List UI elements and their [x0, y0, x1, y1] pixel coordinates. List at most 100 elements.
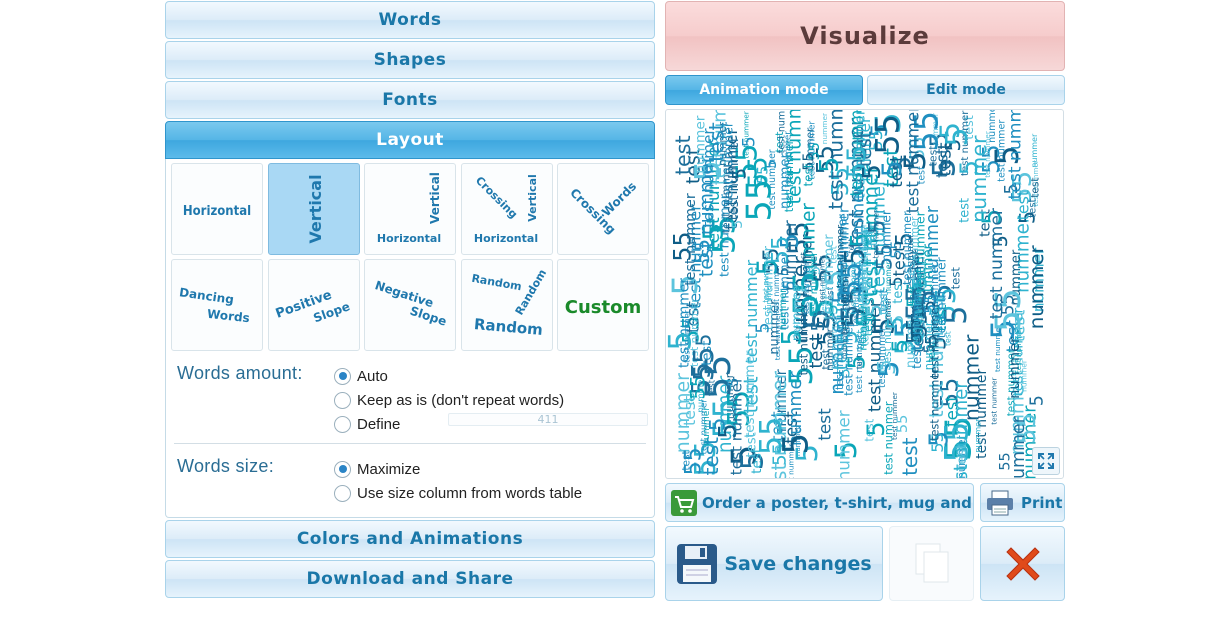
words-amount-keep[interactable]: Keep as is (don't repeat words): [334, 390, 564, 410]
layout-vertical-horizontal-preview: Vertical Horizontal: [377, 172, 442, 245]
words-size-maximize-radio[interactable]: [334, 460, 351, 478]
words-amount-auto-label: Auto: [357, 367, 388, 385]
accordion-download-share[interactable]: Download and Share: [165, 560, 655, 598]
word-cloud-svg: test nummernummer 55test nummer 55nummer te…: [666, 110, 1048, 479]
accordion-shapes[interactable]: Shapes: [165, 41, 655, 79]
accordion-colors-animations[interactable]: Colors and Animations: [165, 520, 655, 558]
cloud-word: 5: [862, 421, 890, 436]
words-amount-define-label: Define: [357, 415, 401, 433]
layout-dancing-preview: Dancing Words: [178, 285, 250, 325]
layout-positive-preview: Positive Slope: [273, 288, 351, 326]
layout-negative-label: Negative: [373, 278, 435, 310]
cloud-word: 55: [834, 262, 867, 298]
layout-positive-slope[interactable]: Positive Slope: [267, 259, 360, 351]
layout-cvh-crossing-label: Crossing: [472, 174, 519, 221]
cloud-word: test nummer: [902, 110, 922, 213]
layout-random[interactable]: Random Random Random: [460, 259, 553, 351]
words-amount-define-input[interactable]: 411: [448, 413, 648, 426]
words-size-maximize[interactable]: Maximize: [334, 459, 420, 479]
cloud-word: 5: [1027, 395, 1047, 406]
layout-vh-vertical-label: Vertical: [428, 172, 442, 224]
cloud-word: nummer: [880, 209, 894, 262]
cloud-word: test nummer: [987, 207, 1007, 319]
layout-dancing-words[interactable]: Dancing Words: [171, 259, 263, 351]
accordion-layout[interactable]: Layout: [165, 121, 655, 159]
delete-button[interactable]: [980, 526, 1065, 601]
words-size-label: Words size:: [177, 456, 274, 476]
tab-animation-mode[interactable]: Animation mode: [665, 75, 863, 105]
cloud-word: test nummer: [912, 210, 927, 292]
layout-cw-preview: Crossing Words: [567, 179, 639, 237]
accordion-fonts[interactable]: Fonts: [165, 81, 655, 119]
cloud-word: test: [933, 148, 951, 178]
cloud-word: 55: [691, 239, 714, 264]
settings-column: Words Shapes Fonts Layout Horizontal Ver…: [165, 1, 655, 600]
cloud-word: 55: [689, 347, 720, 382]
words-amount-define-radio[interactable]: [334, 415, 351, 433]
accordion-words[interactable]: Words: [165, 1, 655, 39]
cloud-word: test: [801, 163, 815, 186]
layout-negative-slope[interactable]: Negative Slope: [364, 259, 456, 351]
save-changes-label: Save changes: [724, 552, 872, 575]
layout-crossing-vertical-horizontal[interactable]: Crossing Vertical Horizontal: [460, 163, 553, 255]
close-icon: [1005, 546, 1040, 581]
word-cloud-canvas[interactable]: test nummer nummer 55 test nummer 55 nummer te…: [665, 109, 1064, 479]
save-row: Save changes: [665, 526, 1065, 601]
words-amount-keep-radio[interactable]: [334, 391, 351, 409]
cloud-word: nummer: [693, 115, 709, 173]
cloud-word: 5: [888, 339, 913, 353]
words-amount-keep-label: Keep as is (don't repeat words): [357, 391, 565, 409]
copy-icon: [915, 543, 948, 582]
words-amount-label: Words amount:: [177, 363, 303, 383]
print-button[interactable]: Print: [980, 483, 1065, 522]
cloud-word: 5: [857, 164, 886, 180]
layout-grid: Horizontal Vertical Vertical Horizontal …: [171, 163, 649, 351]
preview-column: Visualize Animation mode Edit mode test …: [665, 1, 1065, 601]
layout-custom-preview: Custom: [565, 297, 641, 318]
layout-crossing-words[interactable]: Crossing Words: [557, 163, 649, 255]
layout-vertical-preview: Vertical: [306, 174, 325, 243]
copy-button[interactable]: [889, 526, 974, 601]
cloud-word: 5: [754, 322, 774, 333]
words-amount-auto-radio[interactable]: [334, 367, 351, 385]
cloud-word: nummer: [1006, 337, 1023, 399]
cloud-word: test nummer: [990, 377, 999, 424]
layout-vertical-horizontal[interactable]: Vertical Horizontal: [364, 163, 456, 255]
layout-negative-preview: Negative Slope: [373, 278, 448, 329]
layout-horizontal-preview: Horizontal: [183, 204, 251, 219]
words-size-column[interactable]: Use size column from words table: [334, 483, 582, 503]
cloud-word: test nummer: [1006, 110, 1026, 199]
save-changes-button[interactable]: Save changes: [665, 526, 883, 601]
cloud-word: test nummer: [833, 410, 853, 479]
order-button-label: Order a poster, t-shirt, mug and more: [702, 493, 973, 512]
fullscreen-icon: [1038, 453, 1054, 469]
layout-horizontal[interactable]: Horizontal: [171, 163, 263, 255]
words-amount-define[interactable]: Define: [334, 414, 400, 434]
cloud-word: nummer: [973, 418, 982, 453]
layout-options: Words amount: Auto Keep as is (don't rep…: [171, 351, 649, 516]
words-size-column-label: Use size column from words table: [357, 484, 583, 502]
layout-horizontal-label: Horizontal: [183, 204, 251, 219]
cloud-word: test nummer: [790, 283, 800, 337]
cloud-word: 5: [875, 359, 896, 371]
layout-custom[interactable]: Custom: [557, 259, 649, 351]
fullscreen-button[interactable]: [1032, 447, 1060, 475]
cloud-word: test nummer: [834, 322, 846, 390]
cloud-word: 5: [776, 267, 792, 276]
layout-cvh-horizontal-label: Horizontal: [473, 232, 537, 245]
cloud-word: 5: [809, 320, 829, 331]
words-amount-auto[interactable]: Auto: [334, 366, 388, 386]
cloud-word: 55: [681, 447, 707, 475]
words-size-column-radio[interactable]: [334, 484, 351, 502]
words-size-maximize-label: Maximize: [357, 460, 421, 478]
cloud-word: test: [877, 292, 891, 315]
order-button[interactable]: Order a poster, t-shirt, mug and more: [665, 483, 974, 522]
mode-tabs: Animation mode Edit mode: [665, 75, 1065, 105]
visualize-button[interactable]: Visualize: [665, 1, 1065, 71]
printer-icon: [987, 490, 1013, 515]
layout-vertical[interactable]: Vertical: [267, 163, 360, 255]
layout-dancing-words-label: Words: [206, 307, 250, 325]
tab-edit-mode[interactable]: Edit mode: [867, 75, 1065, 105]
cloud-word: test nummer: [742, 350, 758, 438]
layout-cw-words-label: Words: [599, 179, 639, 219]
